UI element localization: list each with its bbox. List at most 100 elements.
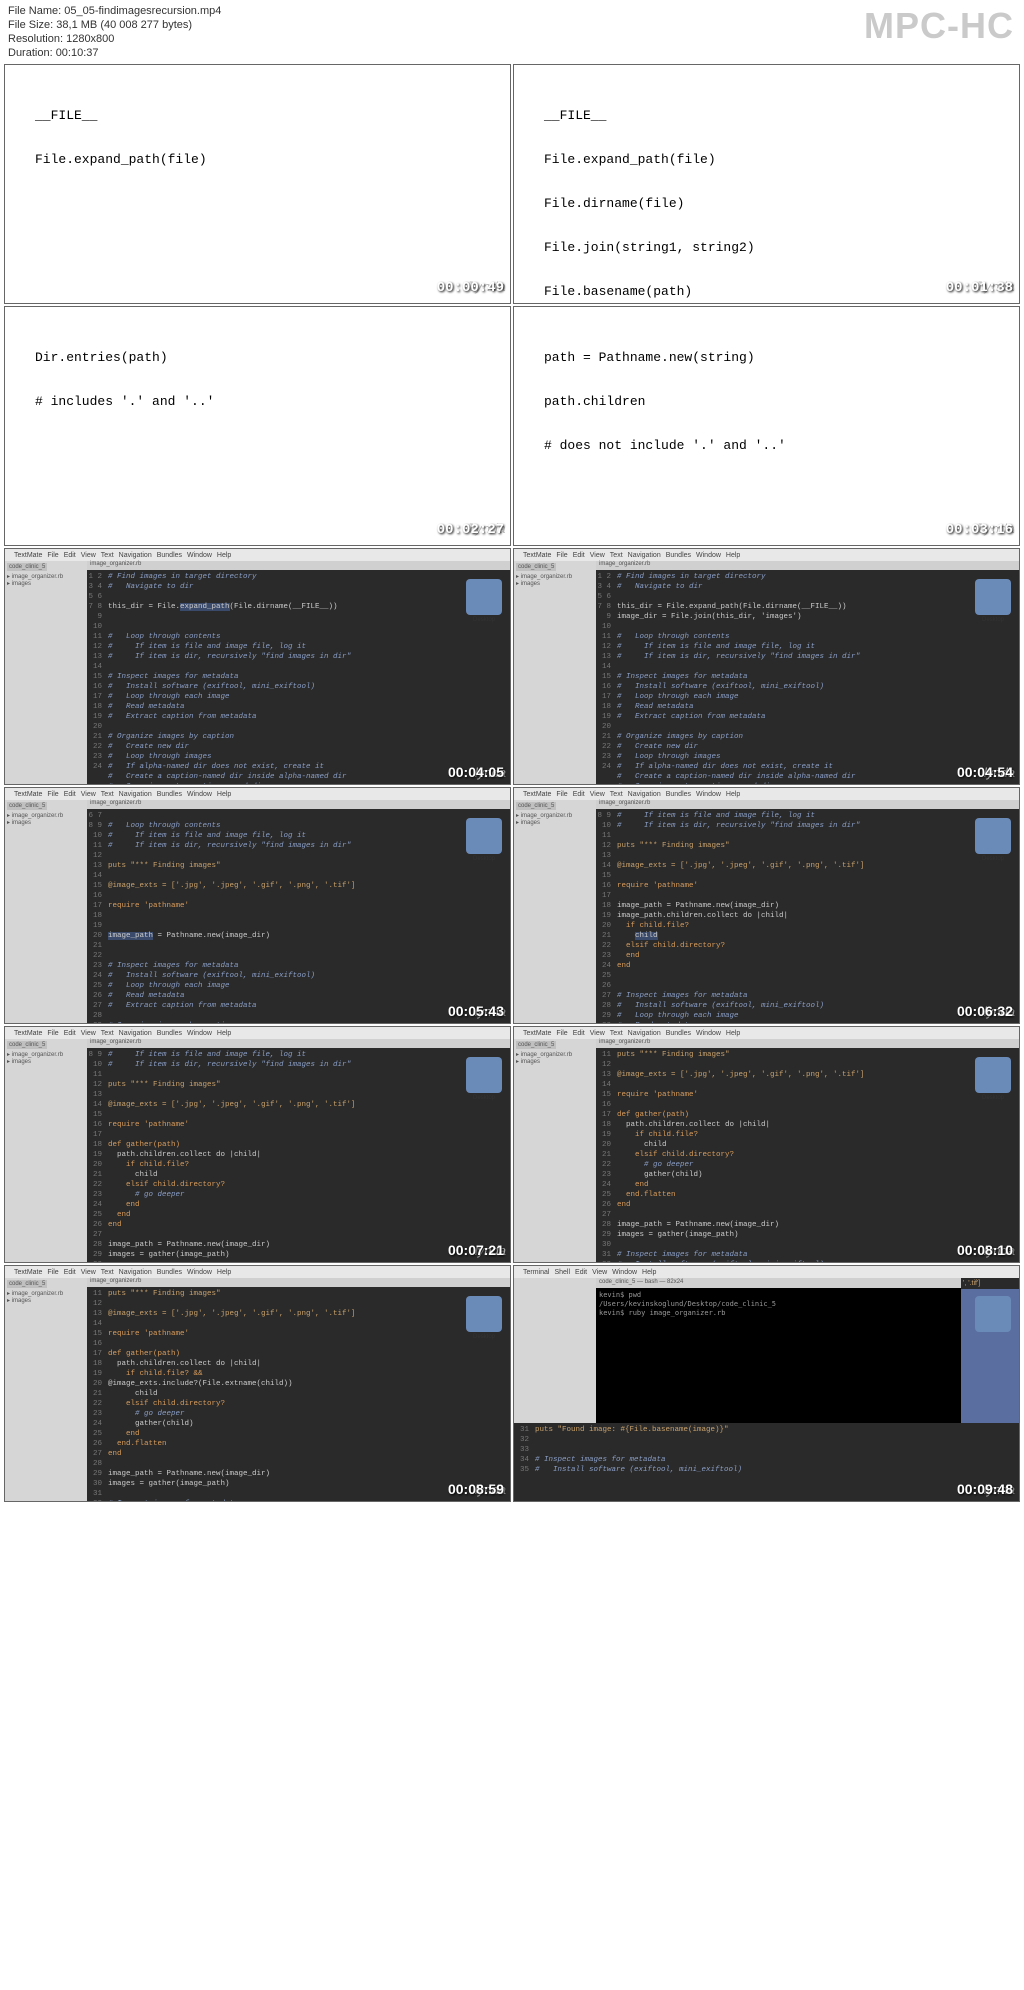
menu-view[interactable]: View	[81, 1030, 96, 1037]
menu-help[interactable]: Help	[642, 1269, 656, 1276]
menu-view[interactable]: View	[590, 552, 605, 559]
code-editor[interactable]: 8 9 10 11 12 13 14 15 16 17 18 19 20 21 …	[596, 809, 1019, 1023]
thumbnail-cell[interactable]: TextMateFileEditViewTextNavigationBundle…	[4, 1026, 511, 1263]
menu-window[interactable]: Window	[696, 552, 721, 559]
terminal[interactable]: kevin$ pwd /Users/kevinskoglund/Desktop/…	[596, 1288, 961, 1423]
menu-help[interactable]: Help	[217, 552, 231, 559]
thumbnail-cell[interactable]: TextMateFileEditViewTextNavigationBundle…	[4, 548, 511, 785]
mac-menubar[interactable]: TextMateFileEditViewTextNavigationBundle…	[514, 1027, 1019, 1039]
desktop-folder-icon[interactable]	[975, 818, 1011, 854]
menu-help[interactable]: Help	[726, 791, 740, 798]
menu-window[interactable]: Window	[696, 1030, 721, 1037]
code-editor[interactable]: 1 2 3 4 5 6 7 8 9 10 11 12 13 14 15 16 1…	[596, 570, 1019, 784]
desktop-folder-icon[interactable]	[466, 579, 502, 615]
thumbnail-cell[interactable]: TextMateFileEditViewTextNavigationBundle…	[4, 1265, 511, 1502]
sidebar-file[interactable]: ▸ images	[7, 1297, 85, 1304]
sidebar-file[interactable]: ▸ image_organizer.rb	[516, 573, 594, 580]
menu-textmate[interactable]: TextMate	[523, 552, 551, 559]
file-sidebar[interactable]: code_clinic_5 ▸ image_organizer.rb▸ imag…	[5, 1039, 87, 1262]
menu-text[interactable]: Text	[610, 791, 623, 798]
menu-edit[interactable]: Edit	[64, 1030, 76, 1037]
menu-bundles[interactable]: Bundles	[157, 1269, 182, 1276]
menu-view[interactable]: View	[81, 791, 96, 798]
file-sidebar[interactable]: code_clinic_5 ▸ image_organizer.rb▸ imag…	[514, 800, 596, 1023]
code-editor[interactable]: 31 32 33 34 35 puts "Found image: #{File…	[514, 1423, 1019, 1501]
file-sidebar[interactable]: code_clinic_5 ▸ image_organizer.rb▸ imag…	[5, 1278, 87, 1501]
mac-menubar[interactable]: TextMateFileEditViewTextNavigationBundle…	[5, 549, 510, 561]
menu-text[interactable]: Text	[610, 552, 623, 559]
menu-textmate[interactable]: TextMate	[14, 1030, 42, 1037]
menu-help[interactable]: Help	[726, 1030, 740, 1037]
thumbnail-cell[interactable]: TextMate File Edit View Text Navigation Bundle…	[513, 787, 1020, 1024]
menu-help[interactable]: Help	[217, 1269, 231, 1276]
thumbnail-cell[interactable]: Dir.entries(path) # includes '.' and '..…	[4, 306, 511, 546]
mac-menubar[interactable]: TerminalShellEditViewWindowHelp	[514, 1266, 1019, 1278]
editor-tabs[interactable]: image_organizer.rb	[596, 800, 1019, 809]
menu-file[interactable]: File	[556, 1030, 567, 1037]
code-editor[interactable]: 6 7 8 9 10 11 12 13 14 15 16 17 18 19 20…	[87, 809, 510, 1023]
menu-window[interactable]: Window	[187, 791, 212, 798]
menu-textmate[interactable]: TextMate	[14, 791, 42, 798]
menu-window[interactable]: Window	[187, 552, 212, 559]
desktop-folder-icon[interactable]	[975, 1296, 1011, 1332]
menu-edit[interactable]: Edit	[573, 791, 585, 798]
menu-navigation[interactable]: Navigation	[119, 1030, 152, 1037]
file-sidebar[interactable]: code_clinic_5 ▸ image_organizer.rb▸ imag…	[514, 561, 596, 784]
sidebar-file[interactable]: ▸ image_organizer.rb	[516, 812, 594, 819]
menu-bundles[interactable]: Bundles	[157, 791, 182, 798]
menu-navigation[interactable]: Navigation	[119, 552, 152, 559]
sidebar-file[interactable]: ▸ image_organizer.rb	[7, 1051, 85, 1058]
desktop-folder-icon[interactable]	[466, 1296, 502, 1332]
editor-tabs[interactable]: image_organizer.rb	[87, 800, 510, 809]
menu-textmate[interactable]: TextMate	[523, 1030, 551, 1037]
mac-menubar[interactable]: TextMateFileEditViewTextNavigationBundle…	[514, 549, 1019, 561]
desktop-folder-icon[interactable]	[975, 1057, 1011, 1093]
menu-view[interactable]: View	[590, 791, 605, 798]
mac-menubar[interactable]: TextMate File Edit View Text Navigation Bundle…	[514, 788, 1019, 800]
menu-file[interactable]: File	[47, 1030, 58, 1037]
menu-text[interactable]: Text	[101, 791, 114, 798]
sidebar-file[interactable]: ▸ images	[516, 1058, 594, 1065]
menu-edit[interactable]: Edit	[64, 552, 76, 559]
mac-menubar[interactable]: TextMateFileEditViewTextNavigationBundle…	[5, 1027, 510, 1039]
file-sidebar[interactable]	[514, 1278, 596, 1423]
menu-file[interactable]: File	[556, 791, 567, 798]
code-editor[interactable]: 1 2 3 4 5 6 7 8 9 10 11 12 13 14 15 16 1…	[87, 570, 510, 784]
desktop-folder-icon[interactable]	[466, 1057, 502, 1093]
menu-navigation[interactable]: Navigation	[628, 791, 661, 798]
menu-edit[interactable]: Edit	[64, 1269, 76, 1276]
menu-textmate[interactable]: TextMate	[523, 791, 551, 798]
menu-file[interactable]: File	[47, 791, 58, 798]
sidebar-file[interactable]: ▸ images	[7, 580, 85, 587]
menu-edit[interactable]: Edit	[573, 1030, 585, 1037]
file-sidebar[interactable]: code_clinic_5 ▸ image_organizer.rb▸ imag…	[514, 1039, 596, 1262]
menu-bundles[interactable]: Bundles	[666, 791, 691, 798]
menu-window[interactable]: Window	[696, 791, 721, 798]
menu-bundles[interactable]: Bundles	[666, 552, 691, 559]
code-editor[interactable]: 8 9 10 11 12 13 14 15 16 17 18 19 20 21 …	[87, 1048, 510, 1262]
menu-view[interactable]: View	[81, 1269, 96, 1276]
file-sidebar[interactable]: code_clinic_5 ▸ image_organizer.rb▸ imag…	[5, 561, 87, 784]
menu-edit[interactable]: Edit	[575, 1269, 587, 1276]
menu-shell[interactable]: Shell	[554, 1269, 570, 1276]
sidebar-file[interactable]: ▸ images	[516, 819, 594, 826]
sidebar-file[interactable]: ▸ images	[516, 580, 594, 587]
menu-terminal[interactable]: Terminal	[523, 1269, 549, 1276]
menu-file[interactable]: File	[47, 552, 58, 559]
mac-menubar[interactable]: TextMateFileEditViewTextNavigationBundle…	[5, 788, 510, 800]
thumbnail-cell[interactable]: path = Pathname.new(string) path.childre…	[513, 306, 1020, 546]
menu-navigation[interactable]: Navigation	[628, 1030, 661, 1037]
menu-edit[interactable]: Edit	[64, 791, 76, 798]
thumbnail-cell[interactable]: TextMateFileEditViewTextNavigationBundle…	[513, 548, 1020, 785]
menu-textmate[interactable]: TextMate	[14, 1269, 42, 1276]
file-sidebar[interactable]: code_clinic_5 ▸ image_organizer.rb▸ imag…	[5, 800, 87, 1023]
menu-bundles[interactable]: Bundles	[666, 1030, 691, 1037]
sidebar-file[interactable]: ▸ image_organizer.rb	[7, 812, 85, 819]
menu-navigation[interactable]: Navigation	[628, 552, 661, 559]
editor-tabs[interactable]: image_organizer.rb	[596, 561, 1019, 570]
mac-menubar[interactable]: TextMateFileEditViewTextNavigationBundle…	[5, 1266, 510, 1278]
menu-window[interactable]: Window	[187, 1269, 212, 1276]
menu-navigation[interactable]: Navigation	[119, 1269, 152, 1276]
sidebar-file[interactable]: ▸ images	[7, 1058, 85, 1065]
menu-file[interactable]: File	[47, 1269, 58, 1276]
